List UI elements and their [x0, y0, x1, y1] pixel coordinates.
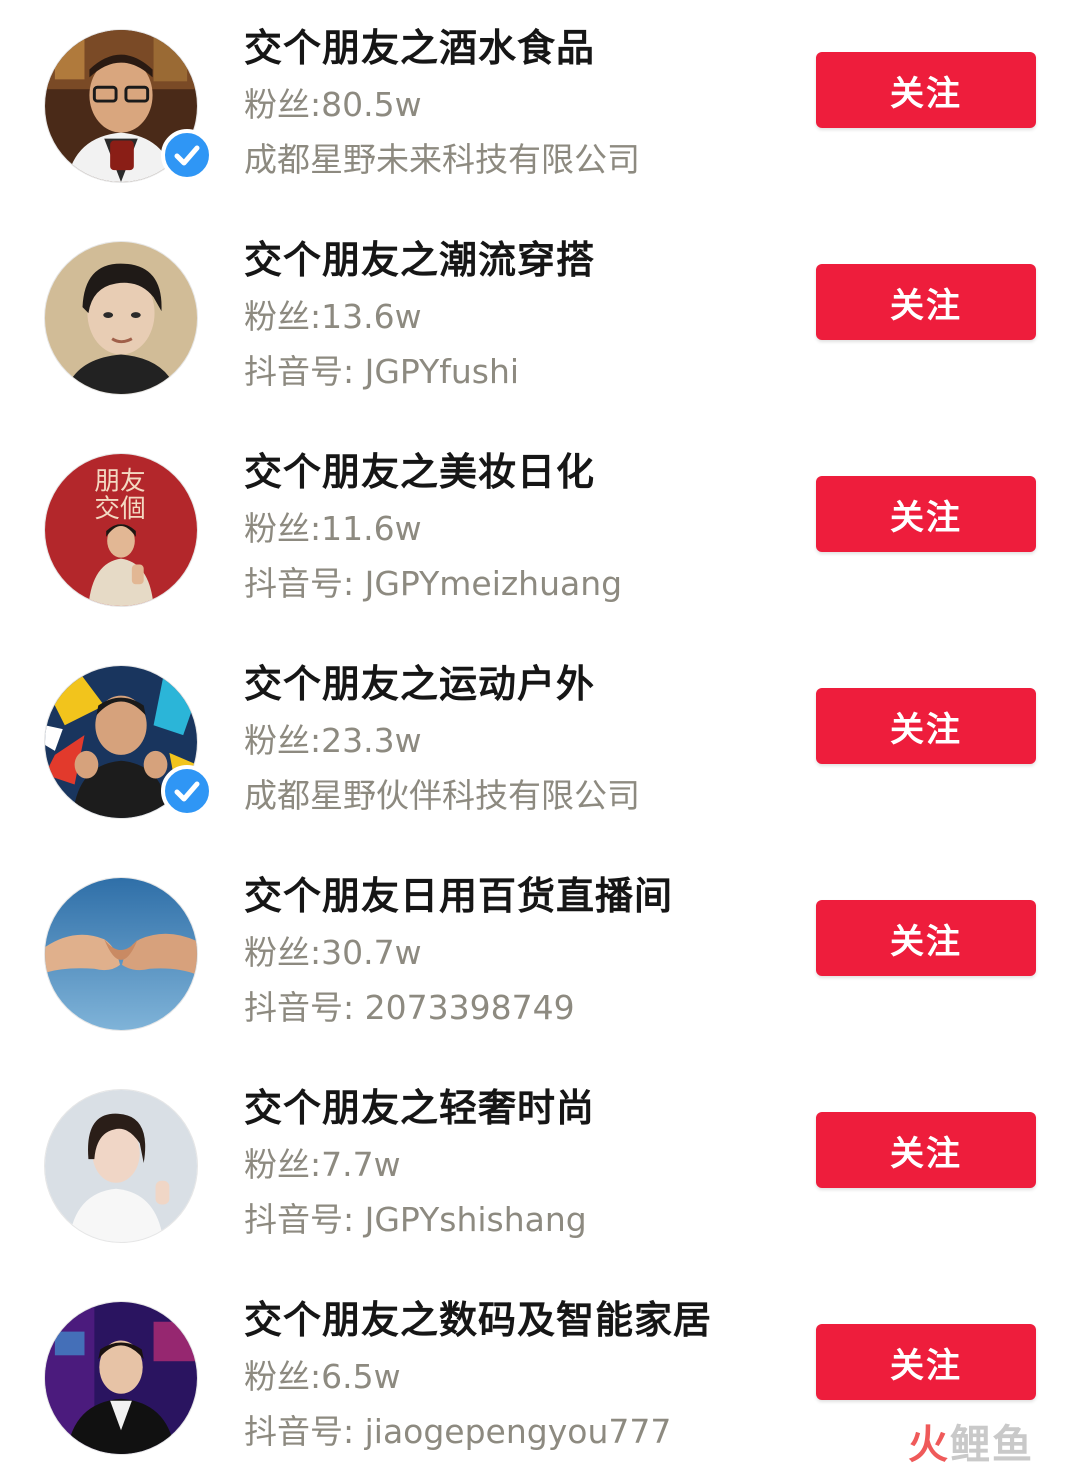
list-item[interactable]: 交个朋友日用百货直播间 粉丝:30.7w 抖音号: 2073398749 关注	[0, 848, 1080, 1060]
list-item[interactable]: 交个朋友之潮流穿搭 粉丝:13.6w 抖音号: JGPYfushi 关注	[0, 212, 1080, 424]
avatar[interactable]	[44, 1301, 198, 1455]
account-name[interactable]: 交个朋友之运动户外	[244, 658, 595, 710]
account-name[interactable]: 交个朋友之数码及智能家居	[244, 1294, 712, 1346]
account-name[interactable]: 交个朋友之美妆日化	[244, 446, 595, 498]
list-item[interactable]: 交个朋友之轻奢时尚 粉丝:7.7w 抖音号: JGPYshishang 关注	[0, 1060, 1080, 1272]
avatar-image	[45, 1090, 197, 1242]
follow-button[interactable]: 关注	[816, 264, 1036, 340]
fans-count: 粉丝:30.7w	[244, 933, 422, 972]
avatar-image: 朋友 交個	[45, 454, 197, 606]
avatar-logo-text: 交個	[94, 494, 145, 524]
follow-button[interactable]: 关注	[816, 1112, 1036, 1188]
check-icon	[174, 781, 200, 802]
account-company: 成都星野未来科技有限公司	[244, 140, 640, 179]
follow-button[interactable]: 关注	[816, 476, 1036, 552]
list-item[interactable]: 朋友 交個 交个朋友之美妆日化 粉丝:11.6w 抖音号: JGPYmeizhu…	[0, 424, 1080, 636]
verified-badge	[161, 765, 213, 817]
watermark-part-2: 鲤鱼	[950, 1422, 1034, 1468]
avatar[interactable]: 朋友 交個	[44, 453, 198, 607]
avatar-image	[45, 878, 197, 1030]
avatar-image	[45, 1302, 197, 1454]
douyin-id: 抖音号: jiaogepengyou777	[244, 1412, 672, 1451]
avatar-logo-text: 朋友	[94, 467, 145, 497]
account-company: 成都星野伙伴科技有限公司	[244, 776, 640, 815]
follow-button[interactable]: 关注	[816, 1324, 1036, 1400]
account-name[interactable]: 交个朋友之酒水食品	[244, 22, 595, 74]
avatar[interactable]	[44, 877, 198, 1031]
check-icon	[174, 145, 200, 166]
list-item[interactable]: 交个朋友之酒水食品 粉丝:80.5w 成都星野未来科技有限公司 关注	[0, 0, 1080, 212]
fans-count: 粉丝:80.5w	[244, 85, 422, 124]
douyin-id: 抖音号: JGPYshishang	[244, 1200, 587, 1239]
follow-button[interactable]: 关注	[816, 688, 1036, 764]
fans-count: 粉丝:7.7w	[244, 1145, 401, 1184]
avatar[interactable]	[44, 241, 198, 395]
douyin-id: 抖音号: 2073398749	[244, 988, 575, 1027]
fans-count: 粉丝:13.6w	[244, 297, 422, 336]
fans-count: 粉丝:6.5w	[244, 1357, 401, 1396]
account-list: 交个朋友之酒水食品 粉丝:80.5w 成都星野未来科技有限公司 关注 交个朋友之…	[0, 0, 1080, 1474]
fans-count: 粉丝:11.6w	[244, 509, 422, 548]
avatar-image	[45, 242, 197, 394]
account-name[interactable]: 交个朋友之轻奢时尚	[244, 1082, 595, 1134]
avatar[interactable]	[44, 1089, 198, 1243]
watermark-logo: 火鲤鱼	[908, 1420, 1034, 1470]
account-name[interactable]: 交个朋友日用百货直播间	[244, 870, 673, 922]
follow-button[interactable]: 关注	[816, 900, 1036, 976]
verified-badge	[161, 129, 213, 181]
watermark-part-1: 火	[908, 1422, 950, 1468]
account-name[interactable]: 交个朋友之潮流穿搭	[244, 234, 595, 286]
fans-count: 粉丝:23.3w	[244, 721, 422, 760]
list-item[interactable]: 交个朋友之运动户外 粉丝:23.3w 成都星野伙伴科技有限公司 关注	[0, 636, 1080, 848]
douyin-id: 抖音号: JGPYmeizhuang	[244, 564, 623, 603]
douyin-id: 抖音号: JGPYfushi	[244, 352, 520, 391]
follow-button[interactable]: 关注	[816, 52, 1036, 128]
